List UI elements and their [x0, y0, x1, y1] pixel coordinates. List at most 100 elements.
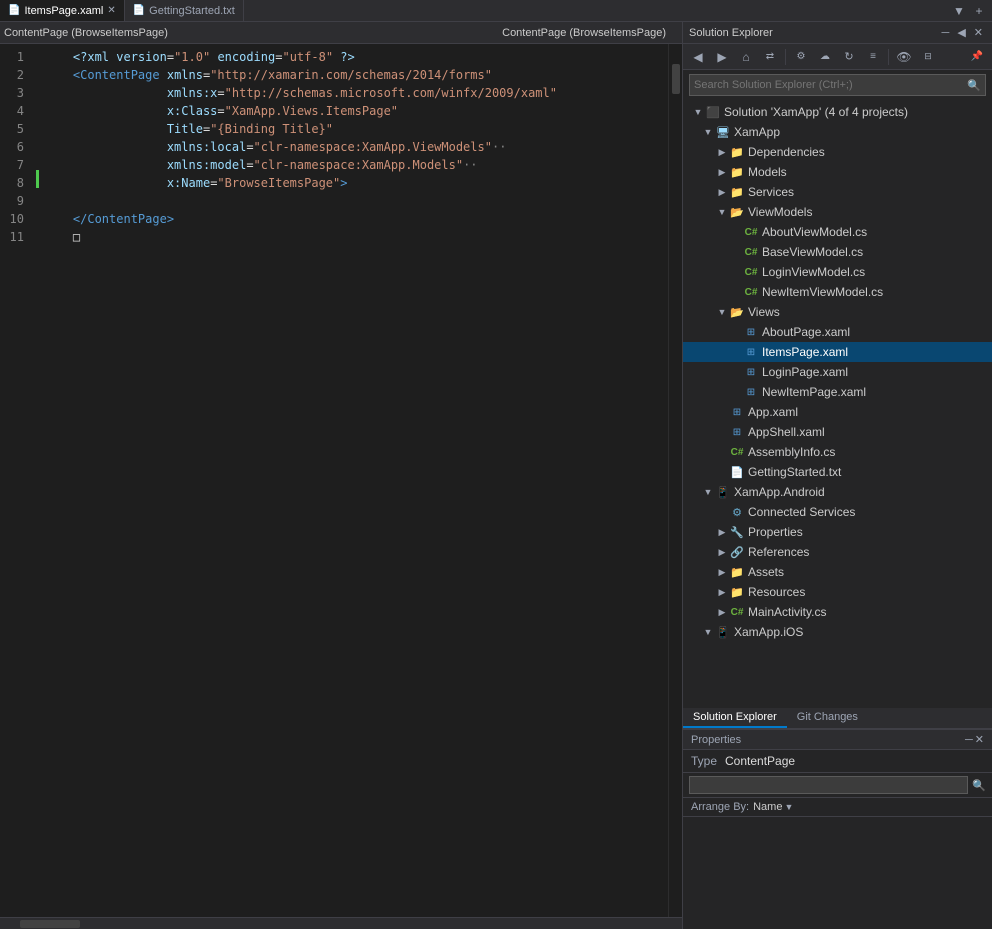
new-tab-btn[interactable]: +	[970, 2, 988, 20]
tree-item-solution[interactable]: ▼ ⬛ Solution 'XamApp' (4 of 4 projects)	[683, 102, 992, 122]
se-more2-btn[interactable]: ☁	[814, 46, 836, 68]
code-line-3: xmlns:x="http://schemas.microsoft.com/wi…	[44, 84, 660, 102]
connected-services-icon: ⚙	[729, 504, 745, 520]
tree-item-android[interactable]: ▼ 📱 XamApp.Android	[683, 482, 992, 502]
newitempage-label: NewItemPage.xaml	[762, 385, 866, 399]
properties-label: Properties	[748, 525, 803, 539]
assets-label: Assets	[748, 565, 784, 579]
se-title: Solution Explorer	[689, 27, 773, 39]
tree-item-gettingstarted[interactable]: 📄 GettingStarted.txt	[683, 462, 992, 482]
se-home-btn[interactable]: ⌂	[735, 46, 757, 68]
expand-views[interactable]: ▼	[715, 307, 729, 317]
expand-android[interactable]: ▼	[701, 487, 715, 497]
ios-label: XamApp.iOS	[734, 625, 803, 639]
dependencies-label: Dependencies	[748, 145, 825, 159]
tree-item-services[interactable]: ▶ 📁 Services	[683, 182, 992, 202]
toolbar-divider2	[888, 49, 889, 65]
tab-bar-controls: ▼ +	[946, 0, 992, 21]
se-refresh-btn[interactable]: ↻	[838, 46, 860, 68]
tree-item-mainactivity[interactable]: ▶ C# MainActivity.cs	[683, 602, 992, 622]
tab-gettingstarted[interactable]: 📄 GettingStarted.txt	[125, 0, 244, 21]
appxaml-icon: ⊞	[729, 404, 745, 420]
se-preview-btn[interactable]: 👁	[893, 46, 915, 68]
properties-pin-btn[interactable]: ─	[965, 733, 973, 746]
tree-item-views[interactable]: ▼ 📂 Views	[683, 302, 992, 322]
expand-dependencies[interactable]: ▶	[715, 147, 729, 158]
tab-itemspage-xaml[interactable]: 📄 ItemsPage.xaml ✕	[0, 0, 125, 21]
viewmodels-folder-icon: 📂	[729, 204, 745, 220]
tree-item-appshell[interactable]: ⊞ AppShell.xaml	[683, 422, 992, 442]
tree-item-xamapp[interactable]: ▼ 🖥 XamApp	[683, 122, 992, 142]
se-more1-btn[interactable]: ⚙	[790, 46, 812, 68]
solution-icon: ⬛	[705, 104, 721, 120]
views-label: Views	[748, 305, 780, 319]
properties-section: Properties ─ ✕ Type ContentPage 🔍 Arrang…	[683, 729, 992, 929]
tree-item-loginviewmodel[interactable]: C# LoginViewModel.cs	[683, 262, 992, 282]
prop-search-input[interactable]	[689, 776, 968, 794]
tree-item-connected-services[interactable]: ⚙ Connected Services	[683, 502, 992, 522]
se-search-box[interactable]: 🔍	[689, 74, 986, 96]
expand-viewmodels[interactable]: ▼	[715, 207, 729, 217]
tree-item-aboutviewmodel[interactable]: C# AboutViewModel.cs	[683, 222, 992, 242]
solution-explorer: Solution Explorer ─ ◀ ✕ ◀ ▶ ⌂ ⇄ ⚙ ☁ ↻ ≡ …	[682, 22, 992, 929]
tree-item-assemblyinfo[interactable]: C# AssemblyInfo.cs	[683, 442, 992, 462]
tree-item-ios[interactable]: ▼ 📱 XamApp.iOS	[683, 622, 992, 642]
minimap-thumb	[672, 64, 680, 94]
prop-type-key: Type	[691, 754, 717, 768]
resources-folder-icon: 📁	[729, 584, 745, 600]
assemblyinfo-label: AssemblyInfo.cs	[748, 445, 835, 459]
tree-item-itemspage[interactable]: ⊞ ItemsPage.xaml	[683, 342, 992, 362]
tree-item-dependencies[interactable]: ▶ 📁 Dependencies	[683, 142, 992, 162]
expand-ios[interactable]: ▼	[701, 627, 715, 637]
references-label: References	[748, 545, 809, 559]
arrange-dropdown-icon[interactable]: ▼	[784, 802, 793, 812]
dropdown-btn[interactable]: ▼	[950, 2, 968, 20]
se-search-input[interactable]	[694, 79, 963, 91]
se-close-btn[interactable]: ✕	[971, 26, 986, 39]
properties-close-btn[interactable]: ✕	[975, 733, 984, 746]
tree-item-appxaml[interactable]: ⊞ App.xaml	[683, 402, 992, 422]
tab-git-changes[interactable]: Git Changes	[787, 708, 868, 728]
itemspage-icon: ⊞	[743, 344, 759, 360]
tree-item-models[interactable]: ▶ 📁 Models	[683, 162, 992, 182]
prop-search-row: 🔍	[683, 773, 992, 798]
android-label: XamApp.Android	[734, 485, 825, 499]
tab-solution-explorer[interactable]: Solution Explorer	[683, 708, 787, 728]
newitemvm-label: NewItemViewModel.cs	[762, 285, 883, 299]
tree-item-references[interactable]: ▶ 🔗 References	[683, 542, 992, 562]
appshell-icon: ⊞	[729, 424, 745, 440]
tab-close-btn[interactable]: ✕	[107, 5, 115, 16]
se-filter-btn[interactable]: ≡	[862, 46, 884, 68]
prop-search-icon: 🔍	[972, 779, 986, 792]
gettingstarted-label: GettingStarted.txt	[748, 465, 841, 479]
tree-item-newitemviewmodel[interactable]: C# NewItemViewModel.cs	[683, 282, 992, 302]
se-forward-btn[interactable]: ▶	[711, 46, 733, 68]
arrange-value: Name	[753, 801, 782, 813]
appxaml-label: App.xaml	[748, 405, 798, 419]
expand-services[interactable]: ▶	[715, 187, 729, 198]
expand-xamapp[interactable]: ▼	[701, 127, 715, 137]
properties-controls: ─ ✕	[965, 733, 984, 746]
solution-label: Solution 'XamApp' (4 of 4 projects)	[724, 105, 908, 119]
code-editor[interactable]: <?xml version="1.0" encoding="utf-8" ?> …	[36, 44, 668, 917]
tree-item-resources[interactable]: ▶ 📁 Resources	[683, 582, 992, 602]
tree-item-assets[interactable]: ▶ 📁 Assets	[683, 562, 992, 582]
tab-xaml-icon: 📄	[8, 5, 20, 16]
expand-solution[interactable]: ▼	[691, 107, 705, 117]
tree-item-properties[interactable]: ▶ 🔧 Properties	[683, 522, 992, 542]
tree-item-newitempage[interactable]: ⊞ NewItemPage.xaml	[683, 382, 992, 402]
expand-models[interactable]: ▶	[715, 167, 729, 178]
tree-item-aboutpage[interactable]: ⊞ AboutPage.xaml	[683, 322, 992, 342]
se-pin-btn[interactable]: ─	[939, 26, 953, 39]
se-back-btn[interactable]: ◀	[687, 46, 709, 68]
se-pin2-btn[interactable]: 📌	[966, 46, 988, 68]
code-line-8: x:Name="BrowseItemsPage">	[44, 174, 660, 192]
tree-item-loginpage[interactable]: ⊞ LoginPage.xaml	[683, 362, 992, 382]
tree-item-viewmodels[interactable]: ▼ 📂 ViewModels	[683, 202, 992, 222]
tab-spacer	[244, 0, 946, 21]
se-collapse-btn[interactable]: ⊟	[917, 46, 939, 68]
tree-item-baseviewmodel[interactable]: C# BaseViewModel.cs	[683, 242, 992, 262]
se-minimize-btn[interactable]: ◀	[954, 26, 968, 39]
se-sync-btn[interactable]: ⇄	[759, 46, 781, 68]
services-folder-icon: 📁	[729, 184, 745, 200]
